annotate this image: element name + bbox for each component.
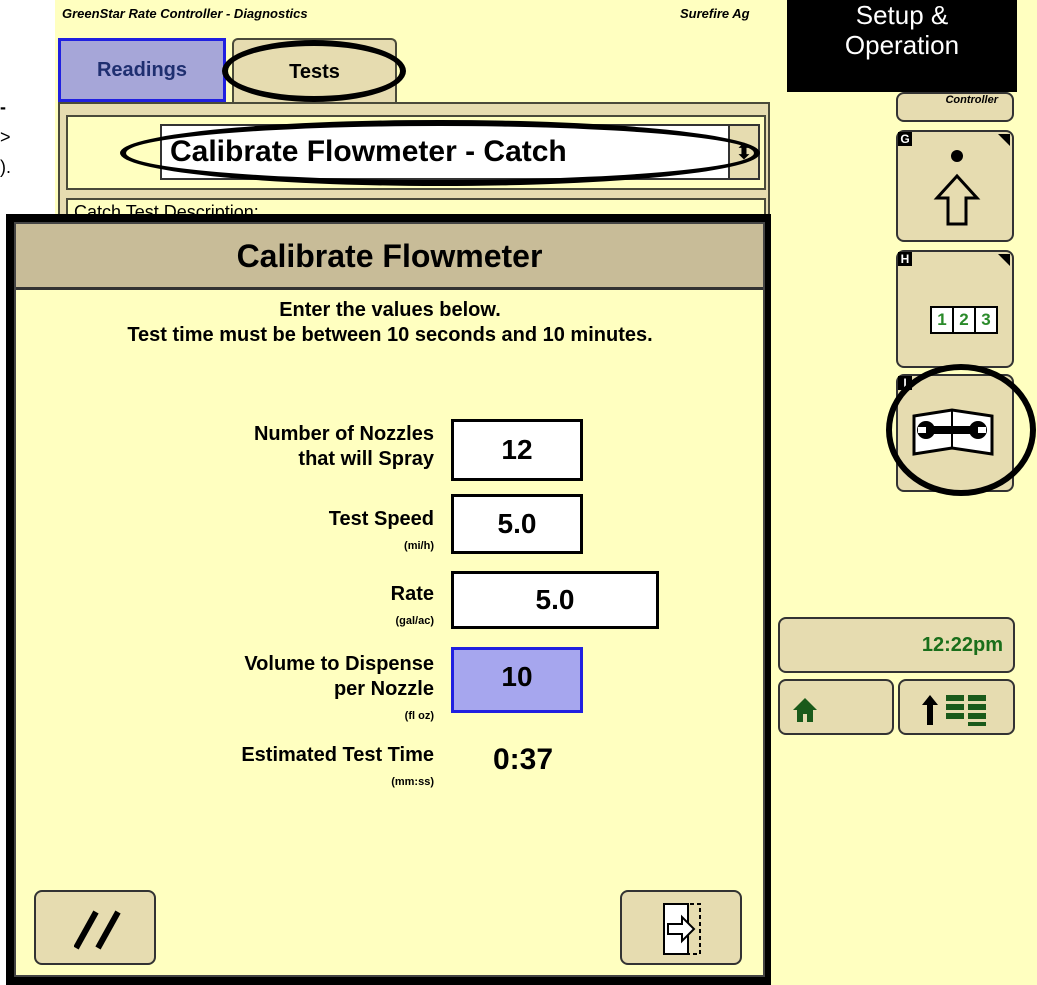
- digit-2: 2: [952, 306, 976, 334]
- rate-label-line1: Rate: [390, 583, 434, 605]
- nozzles-input[interactable]: 12: [451, 419, 583, 481]
- estimated-time-label-line1: Estimated Test Time: [241, 744, 434, 766]
- up-menu-grid-icon: [922, 695, 986, 726]
- corner-triangle-icon: [998, 254, 1010, 266]
- dialog-instructions: Enter the values below. Test time must b…: [127, 299, 653, 346]
- clock: 12:22pm: [778, 617, 1015, 673]
- dialog-title: Calibrate Flowmeter: [16, 224, 763, 290]
- test-speed-label: Test Speed (mi/h): [120, 507, 434, 559]
- tab-readings[interactable]: Readings: [58, 38, 226, 102]
- controller-partial-label: Controller: [945, 94, 998, 106]
- wrench-button-highlight-circle: [886, 364, 1036, 496]
- enter-button[interactable]: [620, 890, 742, 965]
- left-margin-fragment: - >).: [0, 97, 11, 177]
- numeric-123-icon: 123: [930, 306, 998, 334]
- rate-label: Rate (gal/ac): [120, 582, 434, 634]
- test-speed-label-line1: Test Speed: [328, 508, 434, 530]
- menu-button[interactable]: [898, 679, 1015, 735]
- up-arrow-icon: [933, 150, 981, 226]
- estimated-time-unit: (mm:ss): [391, 776, 434, 788]
- corner-triangle-icon: [998, 134, 1010, 146]
- estimated-time-label: Estimated Test Time (mm:ss): [120, 743, 434, 795]
- tests-tab-highlight-circle: [222, 40, 406, 102]
- volume-unit: (fl oz): [404, 710, 434, 722]
- cancel-button[interactable]: [34, 890, 156, 965]
- volume-input[interactable]: 10: [451, 647, 583, 713]
- volume-label-line1: Volume to Dispense: [244, 653, 434, 675]
- volume-label: Volume to Dispense per Nozzle (fl oz): [120, 652, 434, 729]
- nozzles-label-line1: Number of Nozzles: [253, 423, 434, 445]
- test-select-highlight-circle: [120, 120, 760, 186]
- exit-arrow-icon: [663, 903, 701, 955]
- app-title: GreenStar Rate Controller - Diagnostics: [62, 6, 308, 21]
- side-button-g[interactable]: G: [896, 130, 1014, 242]
- estimated-time-value: 0:37: [493, 743, 554, 776]
- setup-operation-label: Setup & Operation: [787, 0, 1017, 92]
- side-button-f[interactable]: Controller: [896, 92, 1014, 122]
- setup-label-line2: Operation: [844, 30, 960, 60]
- side-button-h[interactable]: H 123: [896, 250, 1014, 368]
- cancel-slash-icon: [74, 910, 121, 950]
- home-button[interactable]: [778, 679, 894, 735]
- digit-3: 3: [974, 306, 998, 334]
- button-letter-g: G: [898, 132, 912, 146]
- test-speed-unit: (mi/h): [404, 540, 434, 552]
- setup-label-line1: Setup &: [855, 0, 949, 30]
- digit-1: 1: [930, 306, 954, 334]
- nozzles-label-line2: that will Spray: [298, 448, 434, 470]
- home-icon: [793, 698, 817, 722]
- rate-input[interactable]: 5.0: [451, 571, 659, 629]
- volume-label-line2: per Nozzle: [333, 678, 434, 700]
- rate-unit: (gal/ac): [395, 615, 434, 627]
- button-letter-h: H: [898, 252, 912, 266]
- test-speed-input[interactable]: 5.0: [451, 494, 583, 554]
- nozzles-label: Number of Nozzles that will Spray: [120, 422, 434, 472]
- brand-label: Surefire Ag: [680, 6, 750, 21]
